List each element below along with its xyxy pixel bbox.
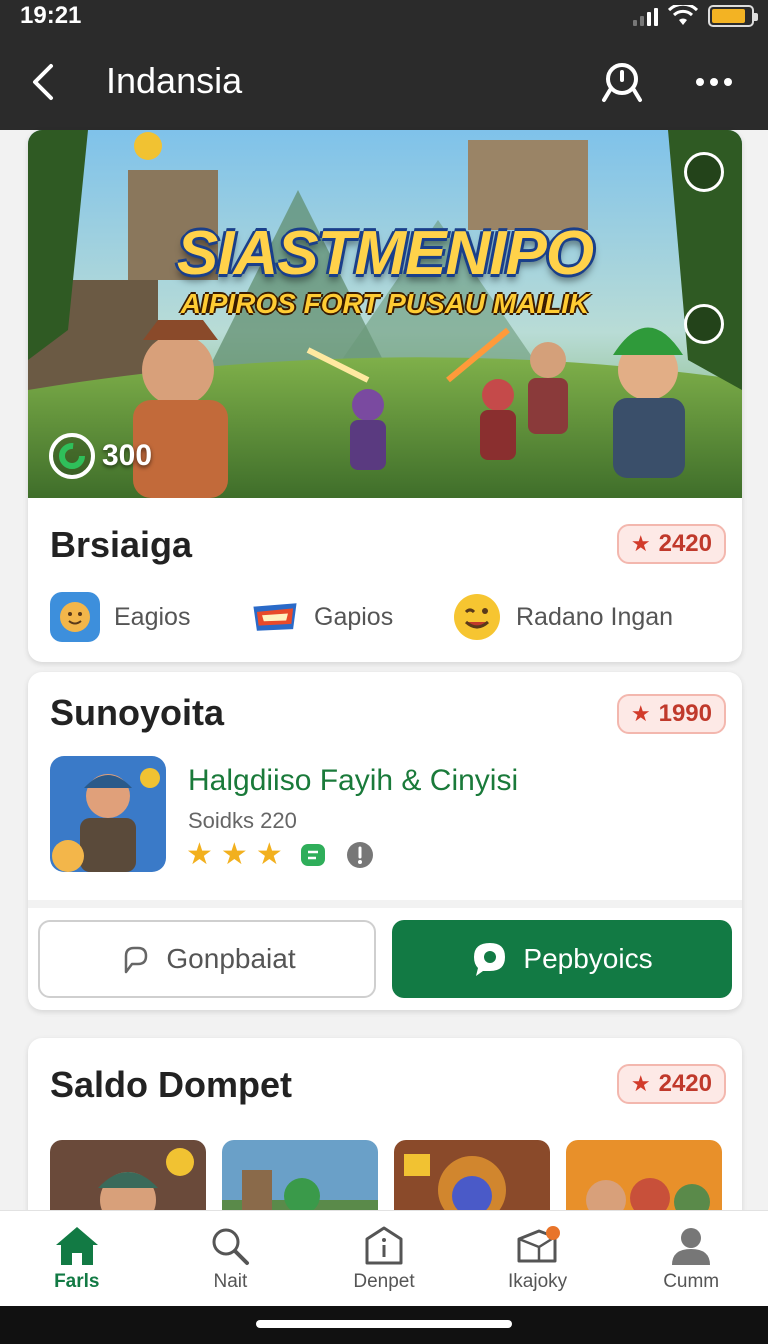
game-thumbnail[interactable]: [50, 756, 166, 872]
back-arrow-icon: [33, 64, 53, 100]
star-icon: ★: [255, 838, 283, 871]
hero-count: 300: [102, 439, 153, 472]
game-item[interactable]: Halgdiiso Fayih & Cinyisi Soidks 220 ★ ★…: [50, 756, 730, 872]
system-home-bar: [0, 1306, 768, 1344]
chip-label: Eagios: [114, 602, 191, 631]
points-badge: ★ 1990: [616, 694, 726, 734]
hero-subtitle: AIPIROS FORT PUSAU MAILIK: [180, 288, 590, 319]
nav-item-wallet[interactable]: Denpet: [307, 1211, 461, 1306]
nav-label: Ikajoky: [508, 1270, 568, 1292]
profile-icon: [672, 1227, 711, 1265]
star-icon: ★: [220, 838, 248, 871]
divider: [28, 900, 742, 908]
game-title[interactable]: Halgdiiso Fayih & Cinyisi: [188, 764, 518, 798]
primary-button-label: Pepbyoics: [523, 943, 653, 974]
face-app-icon: [50, 592, 100, 642]
status-bar: 19:21: [0, 0, 768, 32]
bottom-nav: Farls Nait Denpet Ikajoky Cumm: [0, 1210, 768, 1306]
more-options-button[interactable]: [690, 58, 738, 106]
home-indicator[interactable]: [256, 1320, 512, 1328]
star-icon: ★: [630, 1071, 651, 1096]
hero-title: SIASTMENIPO: [176, 219, 594, 288]
chat-bubble-icon: [474, 943, 506, 976]
featured-card[interactable]: SIASTMENIPO AIPIROS FORT PUSAU MAILIK 30…: [28, 130, 742, 662]
hero-count-badge: 300: [48, 432, 152, 480]
status-time: 19:21: [20, 2, 82, 29]
search-icon: [212, 1228, 250, 1265]
refresh-icon: [49, 433, 95, 479]
star-icon: ★: [630, 701, 651, 726]
wallet-icon: [365, 1226, 403, 1264]
chip-label: Radano Ingan: [516, 602, 674, 631]
game-rating: ★ ★ ★: [186, 840, 375, 870]
info-icon[interactable]: [345, 840, 375, 870]
battery-icon: [708, 5, 758, 27]
signal-icon: [633, 6, 658, 26]
nav-item-profile[interactable]: Cumm: [614, 1211, 768, 1306]
chip-eagios[interactable]: Eagios: [50, 590, 190, 644]
points-value: 2420: [658, 530, 712, 557]
timer-icon[interactable]: [684, 304, 724, 344]
more-dots-icon: [696, 78, 732, 86]
secondary-button-label: Gonpbaiat: [166, 943, 296, 974]
section-title: Saldo Dompet: [50, 1064, 293, 1105]
chat-badge-icon: [300, 844, 325, 866]
status-icons: [633, 4, 758, 28]
hero-banner[interactable]: SIASTMENIPO AIPIROS FORT PUSAU MAILIK 30…: [28, 130, 742, 498]
chip-radano-ingan[interactable]: Radano Ingan: [452, 590, 673, 644]
nav-label: Cumm: [663, 1270, 720, 1292]
hand-icon: [125, 946, 148, 974]
search-button[interactable]: [598, 58, 646, 106]
nav-label: Denpet: [353, 1270, 415, 1292]
nav-item-inbox[interactable]: Ikajoky: [461, 1211, 615, 1306]
page-title: Indansia: [106, 60, 243, 101]
points-value: 2420: [658, 1070, 712, 1097]
secondary-button[interactable]: Gonpbaiat: [38, 920, 376, 998]
points-badge: ★ 2420: [616, 524, 726, 564]
game-meta: Soidks 220: [188, 808, 297, 833]
chip-label: Gapios: [314, 602, 394, 631]
nav-item-home[interactable]: Farls: [0, 1211, 154, 1306]
star-icon: ★: [186, 838, 213, 871]
points-value: 1990: [658, 700, 712, 727]
nav-label: Nait: [213, 1270, 248, 1292]
app-bar: Indansia: [0, 32, 768, 130]
nav-item-search[interactable]: Nait: [154, 1211, 308, 1306]
inbox-icon: [517, 1225, 560, 1262]
emoji-wink-icon: [452, 592, 502, 642]
star-icon: ★: [630, 531, 651, 556]
section-title: Sunoyoita: [50, 692, 225, 733]
primary-button[interactable]: Pepbyoics: [392, 920, 732, 998]
back-button[interactable]: [22, 60, 62, 104]
points-badge: ★ 2420: [616, 1064, 726, 1104]
clock-icon[interactable]: [684, 152, 724, 192]
wifi-icon: [668, 5, 698, 25]
home-icon: [55, 1226, 98, 1265]
nav-label: Farls: [54, 1270, 100, 1292]
search-icon: [602, 63, 642, 102]
chip-gapios[interactable]: Gapios: [250, 590, 393, 644]
section-title: Brsiaiga: [50, 524, 193, 565]
game-card: Sunoyoita ★ 1990 Halgdiiso Fayih & Cinyi…: [28, 672, 742, 1010]
game-logo-icon: [250, 592, 300, 642]
